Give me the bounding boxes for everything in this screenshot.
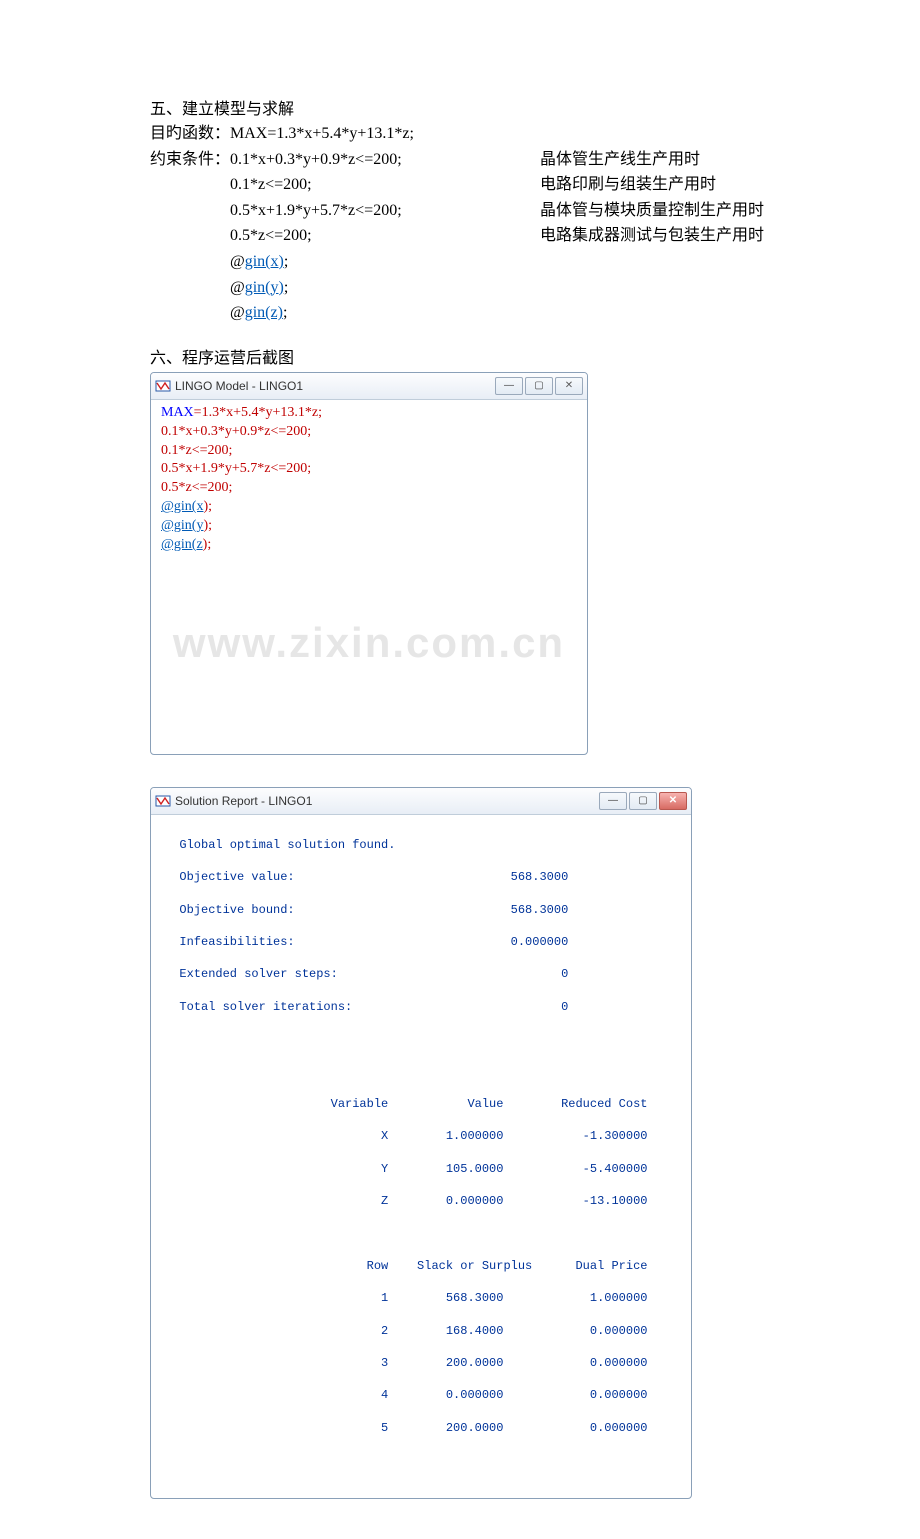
gin-fn: gin(x)	[245, 249, 284, 275]
gin-fn: gin(y)	[245, 275, 284, 301]
section5-title: 五、建立模型与求解	[150, 95, 860, 119]
report-blank	[165, 1031, 681, 1047]
model-window-title: LINGO Model - LINGO1	[175, 379, 493, 393]
report-body[interactable]: Global optimal solution found. Objective…	[151, 815, 691, 1499]
report-var-row: X 1.000000 -1.300000	[165, 1128, 681, 1144]
report-blank	[165, 1225, 681, 1241]
constraint-code: 0.5*z<=200;	[230, 223, 540, 249]
window-controls: — ▢ ✕	[493, 377, 583, 395]
indent	[150, 300, 230, 326]
gin-tail: ;	[284, 275, 288, 301]
report-row: 3 200.0000 0.000000	[165, 1355, 681, 1371]
model-line: 0.1*z<=200;	[161, 442, 577, 461]
close-button[interactable]: ✕	[555, 377, 583, 395]
constraint-line-3: 0.5*x+1.9*y+5.7*z<=200; 晶体管与模块质量控制生产用时	[150, 198, 860, 224]
constraint-line-2: 0.1*z<=200; 电路印刷与组装生产用时	[150, 172, 860, 198]
constraint-label: 约束条件：	[150, 147, 230, 173]
indent	[150, 198, 230, 224]
gin-line-3: @gin(z);	[150, 300, 860, 326]
report-row: 1 568.3000 1.000000	[165, 1290, 681, 1306]
model-line: @gin(z);	[161, 536, 577, 555]
report-row-header: Row Slack or Surplus Dual Price	[165, 1258, 681, 1274]
gin-line-1: @gin(x);	[150, 249, 860, 275]
constraint-note: 电路印刷与组装生产用时	[540, 172, 716, 198]
objective-label: 目旳函数：	[150, 121, 230, 147]
close-icon: ✕	[669, 795, 677, 806]
document-page: 五、建立模型与求解 目旳函数： MAX=1.3*x+5.4*y+13.1*z; …	[0, 0, 920, 1539]
at-symbol: @	[230, 275, 245, 301]
close-icon: ✕	[565, 380, 573, 391]
model-line: 0.1*x+0.3*y+0.9*z<=200;	[161, 423, 577, 442]
model-line: 0.5*z<=200;	[161, 479, 577, 498]
report-var-row: Z 0.000000 -13.10000	[165, 1193, 681, 1209]
gin-tail: );	[203, 518, 212, 533]
report-var-row: Y 105.0000 -5.400000	[165, 1161, 681, 1177]
minimize-icon: —	[608, 795, 618, 806]
model-line: 0.5*x+1.9*y+5.7*z<=200;	[161, 460, 577, 479]
close-button[interactable]: ✕	[659, 792, 687, 810]
maximize-button[interactable]: ▢	[525, 377, 553, 395]
watermark-text: www.zixin.com.cn	[161, 615, 577, 672]
gin-tail: ;	[283, 300, 287, 326]
model-line: @gin(x);	[161, 498, 577, 517]
objective-line: 目旳函数： MAX=1.3*x+5.4*y+13.1*z;	[150, 121, 860, 147]
model-line: @gin(y);	[161, 517, 577, 536]
app-icon	[155, 793, 171, 809]
at-symbol: @	[230, 249, 245, 275]
report-var-header: Variable Value Reduced Cost	[165, 1096, 681, 1112]
report-row: 5 200.0000 0.000000	[165, 1420, 681, 1436]
report-titlebar[interactable]: Solution Report - LINGO1 — ▢ ✕	[151, 788, 691, 815]
minimize-button[interactable]: —	[599, 792, 627, 810]
minimize-button[interactable]: —	[495, 377, 523, 395]
report-row: 2 168.4000 0.000000	[165, 1323, 681, 1339]
gin-fn: gin(z)	[245, 300, 283, 326]
section6-title: 六、程序运营后截图	[150, 344, 860, 368]
report-line: Global optimal solution found.	[165, 837, 681, 853]
window-controls: — ▢ ✕	[597, 792, 687, 810]
constraint-line-1: 约束条件： 0.1*x+0.3*y+0.9*z<=200; 晶体管生产线生产用时	[150, 147, 860, 173]
app-icon	[155, 378, 171, 394]
minimize-icon: —	[504, 380, 514, 391]
report-window-title: Solution Report - LINGO1	[175, 794, 597, 808]
constraint-code: 0.1*z<=200;	[230, 172, 540, 198]
maximize-button[interactable]: ▢	[629, 792, 657, 810]
indent	[150, 249, 230, 275]
gin-call: @gin(y	[161, 518, 203, 533]
constraint-code: 0.1*x+0.3*y+0.9*z<=200;	[230, 147, 540, 173]
lingo-model-window: LINGO Model - LINGO1 — ▢ ✕ MAX=1.3*x+5.4…	[150, 372, 588, 755]
report-blank	[165, 1064, 681, 1080]
report-line: Objective value: 568.3000	[165, 869, 681, 885]
gin-tail: ;	[284, 249, 288, 275]
indent	[150, 172, 230, 198]
report-line: Extended solver steps: 0	[165, 966, 681, 982]
gin-call: @gin(x	[161, 499, 203, 514]
indent	[150, 275, 230, 301]
solution-report-window: Solution Report - LINGO1 — ▢ ✕ Global op…	[150, 787, 692, 1500]
gin-tail: );	[203, 537, 212, 552]
constraint-line-4: 0.5*z<=200; 电路集成器测试与包装生产用时	[150, 223, 860, 249]
constraint-note: 晶体管与模块质量控制生产用时	[540, 198, 764, 224]
model-titlebar[interactable]: LINGO Model - LINGO1 — ▢ ✕	[151, 373, 587, 400]
maximize-icon: ▢	[534, 380, 543, 391]
gin-line-2: @gin(y);	[150, 275, 860, 301]
gin-call: @gin(z	[161, 537, 203, 552]
model-expr: =1.3*x+5.4*y+13.1*z;	[194, 405, 322, 420]
objective-code: MAX=1.3*x+5.4*y+13.1*z;	[230, 121, 414, 147]
model-line: MAX=1.3*x+5.4*y+13.1*z;	[161, 404, 577, 423]
report-row: 4 0.000000 0.000000	[165, 1387, 681, 1403]
constraint-code: 0.5*x+1.9*y+5.7*z<=200;	[230, 198, 540, 224]
indent	[150, 223, 230, 249]
at-symbol: @	[230, 300, 245, 326]
model-editor-body[interactable]: MAX=1.3*x+5.4*y+13.1*z; 0.1*x+0.3*y+0.9*…	[151, 400, 587, 754]
constraint-note: 晶体管生产线生产用时	[540, 147, 700, 173]
report-line: Objective bound: 568.3000	[165, 902, 681, 918]
constraint-note: 电路集成器测试与包装生产用时	[540, 223, 764, 249]
maximize-icon: ▢	[638, 795, 647, 806]
max-keyword: MAX	[161, 405, 194, 420]
gin-tail: );	[203, 499, 212, 514]
report-line: Total solver iterations: 0	[165, 999, 681, 1015]
report-line: Infeasibilities: 0.000000	[165, 934, 681, 950]
